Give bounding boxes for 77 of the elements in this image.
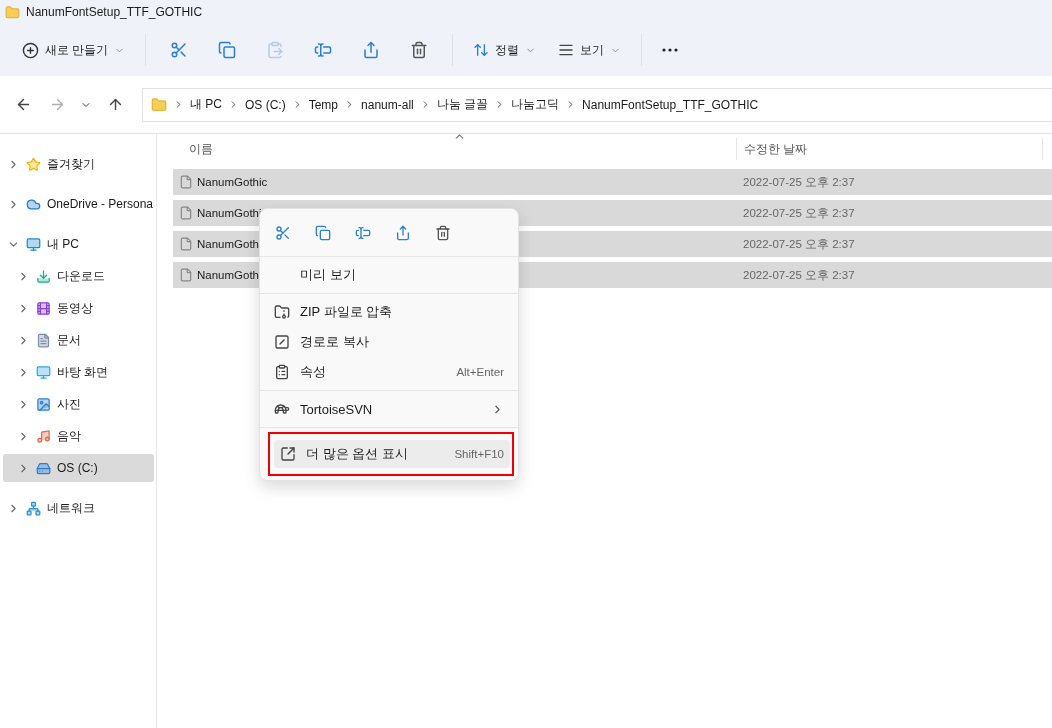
open-external-icon [280,446,296,462]
music-icon [36,428,51,444]
drive-icon [36,460,51,476]
film-icon [36,300,51,316]
breadcrumb-item[interactable]: 내 PC [190,96,222,113]
sidebar-item[interactable]: OS (C:) [3,454,154,482]
breadcrumb-item[interactable]: NanumFontSetup_TTF_GOTHIC [582,97,759,112]
sort-button[interactable]: 정렬 [463,33,547,67]
modified-date: 2022-07-25 오후 2:37 [743,267,855,283]
menu-item[interactable]: TortoiseSVN [268,395,510,423]
document-icon [36,332,51,348]
view-button[interactable]: 보기 [548,33,632,67]
sidebar-item[interactable]: OneDrive - Persona [3,190,154,218]
share-icon [362,41,381,59]
breadcrumb-item[interactable]: 나눔고딕 [511,96,560,113]
breadcrumb-item[interactable]: 나눔 글꼴 [436,96,489,113]
font-file-icon [179,268,193,282]
file-name: NanumGothic [197,176,268,188]
cut-icon [274,224,291,241]
modified-date: 2022-07-25 오후 2:37 [743,174,855,190]
sidebar-item[interactable]: 음악 [3,422,154,450]
sidebar-item[interactable]: 내 PC [3,230,154,258]
paste-icon [266,41,285,59]
sidebar-item[interactable]: 문서 [3,326,154,354]
file-name: NanumGothi [197,207,262,219]
monitor-icon [26,236,41,252]
menu-item[interactable]: 미리 보기 [268,261,510,289]
path-icon [274,334,290,350]
breadcrumb-item[interactable]: nanum-all [361,97,414,112]
column-header[interactable]: 이름 [173,138,736,160]
sidebar-item[interactable]: 다운로드 [3,262,154,290]
cloud-icon [26,196,41,212]
folder-icon [5,4,20,20]
file-name: NanumGoth [197,238,259,250]
properties-icon [274,364,290,380]
share-icon [394,224,411,241]
copy-icon [314,224,331,241]
cut-icon [170,41,189,59]
new-button[interactable]: 새로 만들기 [12,33,136,67]
rename-icon [314,41,333,59]
star-icon [26,156,41,172]
menu-item[interactable]: 더 많은 옵션 표시 Shift+F10 [274,440,510,468]
menu-item[interactable]: ZIP 파일로 압축 [268,298,510,326]
rename-icon [354,224,371,241]
sidebar-item[interactable]: 바탕 화면 [3,358,154,386]
zip-folder-icon [274,304,290,320]
plus-icon [22,41,39,59]
sidebar-item[interactable]: 네트워크 [3,494,154,522]
font-file-icon [179,237,193,251]
image-icon [36,396,51,412]
font-file-icon [179,175,193,189]
sort-arrows-icon [473,42,490,58]
font-file-icon [179,206,193,220]
trash-icon [410,41,429,59]
menu-item[interactable]: 경로로 복사 [268,328,510,356]
modified-date: 2022-07-25 오후 2:37 [743,205,855,221]
folder-icon [151,96,167,113]
network-icon [26,500,41,516]
column-header[interactable]: 수정한 날짜 [736,138,1042,160]
lines-icon [558,42,575,58]
breadcrumb-item[interactable]: OS (C:) [245,97,286,112]
sidebar-item[interactable]: 동영상 [3,294,154,322]
ellipsis-icon [662,48,679,52]
breadcrumb-item[interactable]: Temp [308,97,339,112]
file-name: NanumGoth [197,269,259,281]
copy-icon [218,41,237,59]
sidebar-item[interactable]: 즐겨찾기 [3,150,154,178]
sidebar-item[interactable]: 사진 [3,390,154,418]
address-bar[interactable]: 내 PC OS (C:) Temp nanum-all 나눔 글꼴 나눔고딕 NanumFontSetup_TTF_GOTHIC [142,87,1052,122]
desktop-icon [36,364,51,380]
trash-icon [434,224,451,241]
modified-date: 2022-07-25 오후 2:37 [743,236,855,252]
file-row[interactable]: NanumGothic 2022-07-25 오후 2:37 [173,169,1052,195]
download-icon [36,268,51,284]
menu-item[interactable]: 속성 Alt+Enter [268,358,510,386]
window-title: NanumFontSetup_TTF_GOTHIC [26,5,203,19]
turtle-icon [274,401,290,417]
